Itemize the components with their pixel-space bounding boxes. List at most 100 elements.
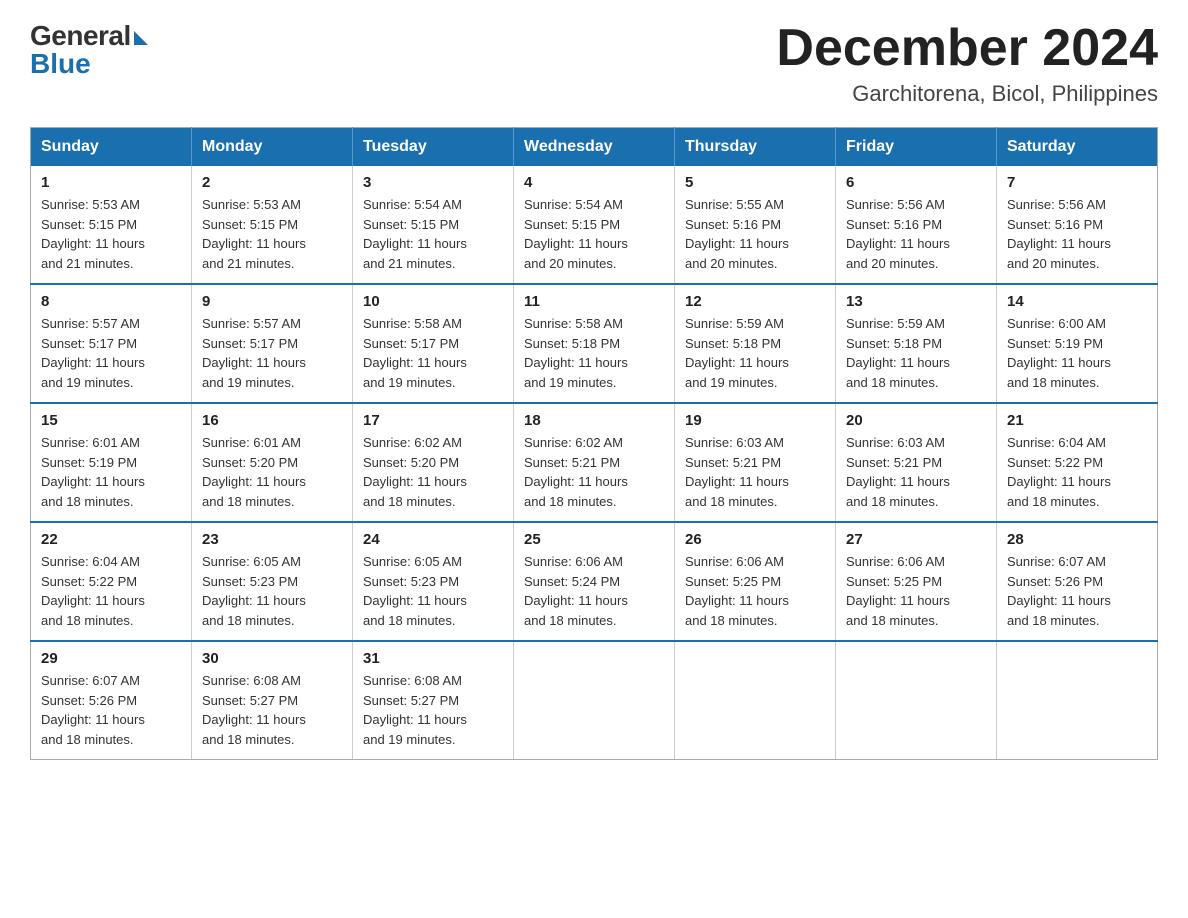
location-title: Garchitorena, Bicol, Philippines: [776, 81, 1158, 107]
day-info: Sunrise: 5:57 AMSunset: 5:17 PMDaylight:…: [41, 316, 145, 390]
logo: General Blue: [30, 20, 148, 80]
page-header: General Blue December 2024 Garchitorena,…: [30, 20, 1158, 107]
day-number: 12: [685, 293, 825, 310]
calendar-cell: 18 Sunrise: 6:02 AMSunset: 5:21 PMDaylig…: [514, 403, 675, 522]
day-info: Sunrise: 6:05 AMSunset: 5:23 PMDaylight:…: [363, 554, 467, 628]
calendar-cell: [675, 641, 836, 760]
day-number: 6: [846, 174, 986, 191]
day-number: 10: [363, 293, 503, 310]
day-number: 17: [363, 412, 503, 429]
day-info: Sunrise: 5:54 AMSunset: 5:15 PMDaylight:…: [524, 197, 628, 271]
weekday-header-thursday: Thursday: [675, 128, 836, 167]
calendar-cell: 31 Sunrise: 6:08 AMSunset: 5:27 PMDaylig…: [353, 641, 514, 760]
calendar-cell: 6 Sunrise: 5:56 AMSunset: 5:16 PMDayligh…: [836, 166, 997, 284]
month-title: December 2024: [776, 20, 1158, 77]
day-info: Sunrise: 6:08 AMSunset: 5:27 PMDaylight:…: [363, 673, 467, 747]
day-info: Sunrise: 6:03 AMSunset: 5:21 PMDaylight:…: [846, 435, 950, 509]
weekday-header-tuesday: Tuesday: [353, 128, 514, 167]
logo-triangle-icon: [134, 31, 148, 45]
calendar-cell: [514, 641, 675, 760]
day-number: 15: [41, 412, 181, 429]
day-info: Sunrise: 6:06 AMSunset: 5:24 PMDaylight:…: [524, 554, 628, 628]
day-info: Sunrise: 6:06 AMSunset: 5:25 PMDaylight:…: [846, 554, 950, 628]
calendar-cell: 26 Sunrise: 6:06 AMSunset: 5:25 PMDaylig…: [675, 522, 836, 641]
weekday-header-sunday: Sunday: [31, 128, 192, 167]
day-info: Sunrise: 5:58 AMSunset: 5:17 PMDaylight:…: [363, 316, 467, 390]
day-number: 11: [524, 293, 664, 310]
day-info: Sunrise: 5:54 AMSunset: 5:15 PMDaylight:…: [363, 197, 467, 271]
day-info: Sunrise: 5:53 AMSunset: 5:15 PMDaylight:…: [41, 197, 145, 271]
day-info: Sunrise: 6:04 AMSunset: 5:22 PMDaylight:…: [41, 554, 145, 628]
calendar-cell: [997, 641, 1158, 760]
day-number: 28: [1007, 531, 1147, 548]
calendar-cell: 29 Sunrise: 6:07 AMSunset: 5:26 PMDaylig…: [31, 641, 192, 760]
day-number: 18: [524, 412, 664, 429]
calendar-cell: 21 Sunrise: 6:04 AMSunset: 5:22 PMDaylig…: [997, 403, 1158, 522]
day-number: 29: [41, 650, 181, 667]
day-number: 23: [202, 531, 342, 548]
weekday-header-monday: Monday: [192, 128, 353, 167]
calendar-cell: 5 Sunrise: 5:55 AMSunset: 5:16 PMDayligh…: [675, 166, 836, 284]
day-info: Sunrise: 6:07 AMSunset: 5:26 PMDaylight:…: [41, 673, 145, 747]
calendar-cell: 8 Sunrise: 5:57 AMSunset: 5:17 PMDayligh…: [31, 284, 192, 403]
calendar-cell: 28 Sunrise: 6:07 AMSunset: 5:26 PMDaylig…: [997, 522, 1158, 641]
calendar-cell: 3 Sunrise: 5:54 AMSunset: 5:15 PMDayligh…: [353, 166, 514, 284]
day-number: 21: [1007, 412, 1147, 429]
day-number: 14: [1007, 293, 1147, 310]
calendar-cell: 22 Sunrise: 6:04 AMSunset: 5:22 PMDaylig…: [31, 522, 192, 641]
calendar-cell: 9 Sunrise: 5:57 AMSunset: 5:17 PMDayligh…: [192, 284, 353, 403]
day-info: Sunrise: 5:56 AMSunset: 5:16 PMDaylight:…: [846, 197, 950, 271]
calendar-cell: 1 Sunrise: 5:53 AMSunset: 5:15 PMDayligh…: [31, 166, 192, 284]
calendar-table: SundayMondayTuesdayWednesdayThursdayFrid…: [30, 127, 1158, 760]
weekday-header-friday: Friday: [836, 128, 997, 167]
day-info: Sunrise: 6:07 AMSunset: 5:26 PMDaylight:…: [1007, 554, 1111, 628]
calendar-cell: 2 Sunrise: 5:53 AMSunset: 5:15 PMDayligh…: [192, 166, 353, 284]
day-info: Sunrise: 6:06 AMSunset: 5:25 PMDaylight:…: [685, 554, 789, 628]
calendar-cell: 24 Sunrise: 6:05 AMSunset: 5:23 PMDaylig…: [353, 522, 514, 641]
day-number: 27: [846, 531, 986, 548]
day-number: 8: [41, 293, 181, 310]
day-number: 19: [685, 412, 825, 429]
day-number: 20: [846, 412, 986, 429]
calendar-cell: 17 Sunrise: 6:02 AMSunset: 5:20 PMDaylig…: [353, 403, 514, 522]
day-number: 2: [202, 174, 342, 191]
calendar-cell: 4 Sunrise: 5:54 AMSunset: 5:15 PMDayligh…: [514, 166, 675, 284]
calendar-cell: 14 Sunrise: 6:00 AMSunset: 5:19 PMDaylig…: [997, 284, 1158, 403]
day-number: 25: [524, 531, 664, 548]
calendar-cell: 11 Sunrise: 5:58 AMSunset: 5:18 PMDaylig…: [514, 284, 675, 403]
day-number: 1: [41, 174, 181, 191]
day-info: Sunrise: 5:59 AMSunset: 5:18 PMDaylight:…: [685, 316, 789, 390]
day-info: Sunrise: 6:01 AMSunset: 5:20 PMDaylight:…: [202, 435, 306, 509]
day-info: Sunrise: 5:57 AMSunset: 5:17 PMDaylight:…: [202, 316, 306, 390]
day-number: 7: [1007, 174, 1147, 191]
day-info: Sunrise: 6:08 AMSunset: 5:27 PMDaylight:…: [202, 673, 306, 747]
title-section: December 2024 Garchitorena, Bicol, Phili…: [776, 20, 1158, 107]
day-info: Sunrise: 5:58 AMSunset: 5:18 PMDaylight:…: [524, 316, 628, 390]
day-info: Sunrise: 6:04 AMSunset: 5:22 PMDaylight:…: [1007, 435, 1111, 509]
calendar-cell: 10 Sunrise: 5:58 AMSunset: 5:17 PMDaylig…: [353, 284, 514, 403]
day-number: 13: [846, 293, 986, 310]
calendar-cell: 23 Sunrise: 6:05 AMSunset: 5:23 PMDaylig…: [192, 522, 353, 641]
day-info: Sunrise: 6:02 AMSunset: 5:20 PMDaylight:…: [363, 435, 467, 509]
day-number: 31: [363, 650, 503, 667]
day-info: Sunrise: 5:55 AMSunset: 5:16 PMDaylight:…: [685, 197, 789, 271]
logo-blue-text: Blue: [30, 48, 91, 80]
day-number: 9: [202, 293, 342, 310]
calendar-cell: 19 Sunrise: 6:03 AMSunset: 5:21 PMDaylig…: [675, 403, 836, 522]
calendar-cell: 27 Sunrise: 6:06 AMSunset: 5:25 PMDaylig…: [836, 522, 997, 641]
day-info: Sunrise: 6:00 AMSunset: 5:19 PMDaylight:…: [1007, 316, 1111, 390]
calendar-cell: 13 Sunrise: 5:59 AMSunset: 5:18 PMDaylig…: [836, 284, 997, 403]
day-info: Sunrise: 5:53 AMSunset: 5:15 PMDaylight:…: [202, 197, 306, 271]
calendar-cell: 20 Sunrise: 6:03 AMSunset: 5:21 PMDaylig…: [836, 403, 997, 522]
day-number: 4: [524, 174, 664, 191]
day-number: 5: [685, 174, 825, 191]
day-number: 22: [41, 531, 181, 548]
calendar-cell: 16 Sunrise: 6:01 AMSunset: 5:20 PMDaylig…: [192, 403, 353, 522]
calendar-cell: 30 Sunrise: 6:08 AMSunset: 5:27 PMDaylig…: [192, 641, 353, 760]
day-info: Sunrise: 6:03 AMSunset: 5:21 PMDaylight:…: [685, 435, 789, 509]
day-info: Sunrise: 6:01 AMSunset: 5:19 PMDaylight:…: [41, 435, 145, 509]
weekday-header-wednesday: Wednesday: [514, 128, 675, 167]
day-info: Sunrise: 6:05 AMSunset: 5:23 PMDaylight:…: [202, 554, 306, 628]
day-info: Sunrise: 5:59 AMSunset: 5:18 PMDaylight:…: [846, 316, 950, 390]
calendar-cell: [836, 641, 997, 760]
